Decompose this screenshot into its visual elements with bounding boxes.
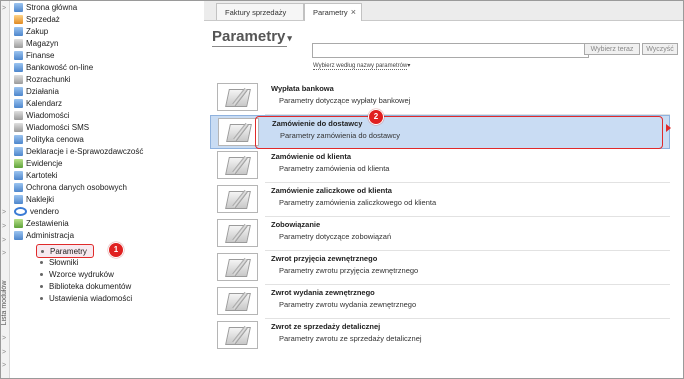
nav-sub-parameters[interactable]: Parametry xyxy=(36,244,94,258)
data-protection-icon xyxy=(14,183,23,192)
bank-icon xyxy=(14,63,23,72)
home-icon xyxy=(14,3,23,12)
nav-item-home[interactable]: Strona główna xyxy=(14,2,77,13)
page-title[interactable]: Parametry ▾ xyxy=(212,28,292,45)
chevron-right-icon[interactable]: > xyxy=(2,349,6,356)
filter-by-name-link[interactable]: Wybierz według nazwy parametrów▾ xyxy=(313,62,411,70)
nav-item-settlements[interactable]: Rozrachunki xyxy=(14,74,70,85)
highlight-outline xyxy=(255,116,663,149)
close-icon[interactable]: × xyxy=(351,7,356,17)
chevron-right-icon[interactable]: > xyxy=(2,237,6,244)
chevron-right-icon[interactable]: > xyxy=(2,362,6,369)
nav-item-administration[interactable]: Administracja xyxy=(14,230,74,241)
nav-item-reports[interactable]: Zestawienia xyxy=(14,218,69,229)
nav-item-activities[interactable]: Działania xyxy=(14,86,59,97)
module-list-strip[interactable]: > > > > > > > > Lista modułów xyxy=(1,1,10,378)
bullet-icon xyxy=(40,273,43,276)
nav-sub-print-templates[interactable]: Wzorce wydruków xyxy=(40,269,114,280)
nav-item-warehouse[interactable]: Magazyn xyxy=(14,38,58,49)
document-settings-icon xyxy=(217,321,258,349)
settlements-icon xyxy=(14,75,23,84)
vendero-icon xyxy=(14,207,27,216)
nav-item-sms[interactable]: Wiadomości SMS xyxy=(14,122,89,133)
callout-badge-2: 2 xyxy=(368,109,384,125)
chevron-right-icon[interactable]: > xyxy=(2,5,6,12)
document-settings-icon xyxy=(217,287,258,315)
nav-sub-document-library[interactable]: Biblioteka dokumentów xyxy=(40,281,131,292)
tab-parameters[interactable]: Parametry × xyxy=(304,3,362,21)
document-settings-icon xyxy=(217,151,258,179)
chevron-right-icon[interactable]: > xyxy=(2,223,6,230)
pointer-arrow-icon xyxy=(666,124,671,132)
search-input[interactable] xyxy=(312,43,589,58)
list-item-bank-payout[interactable]: Wypłata bankowa Parametry dotyczące wypł… xyxy=(210,81,670,115)
chevron-right-icon[interactable]: > xyxy=(2,209,6,216)
app-window: > > > > > > > > Lista modułów Strona głó… xyxy=(0,0,684,379)
warehouse-icon xyxy=(14,39,23,48)
sales-icon xyxy=(14,15,23,24)
main-panel: Parametry ▾ Wybierz teraz Wyczyść Wybierz… xyxy=(204,21,683,378)
tab-bar: Faktury sprzedaży Parametry × xyxy=(204,1,683,21)
clear-button[interactable]: Wyczyść xyxy=(642,43,678,55)
index-cards-icon xyxy=(14,171,23,180)
nav-sub-dictionaries[interactable]: Słowniki xyxy=(40,257,78,268)
nav-item-data-protection[interactable]: Ochrona danych osobowych xyxy=(14,182,127,193)
purchase-icon xyxy=(14,27,23,36)
nav-item-price-policy[interactable]: Polityka cenowa xyxy=(14,134,84,145)
nav-item-stickers[interactable]: Naklejki xyxy=(14,194,54,205)
records-icon xyxy=(14,159,23,168)
activities-icon xyxy=(14,87,23,96)
nav-item-purchase[interactable]: Zakup xyxy=(14,26,48,37)
nav-item-index-cards[interactable]: Kartoteki xyxy=(14,170,58,181)
nav-item-declarations[interactable]: Deklaracje i e-Sprawozdawczość xyxy=(14,146,143,157)
document-settings-icon xyxy=(217,253,258,281)
list-item-return-external-receipt[interactable]: Zwrot przyjęcia zewnętrznego Parametry z… xyxy=(210,251,670,285)
price-policy-icon xyxy=(14,135,23,144)
nav-item-calendar[interactable]: Kalendarz xyxy=(14,98,62,109)
select-now-button[interactable]: Wybierz teraz xyxy=(584,43,640,55)
navigation-tree: Strona główna Sprzedaż Zakup Magazyn Fin… xyxy=(10,1,205,378)
chevron-down-icon: ▾ xyxy=(287,33,292,43)
stickers-icon xyxy=(14,195,23,204)
bullet-icon xyxy=(41,249,44,253)
admin-icon xyxy=(14,231,23,240)
chevron-down-icon: ▾ xyxy=(407,63,411,69)
nav-item-bank[interactable]: Bankowość on-line xyxy=(14,62,93,73)
list-item-liability[interactable]: Zobowiązanie Parametry dotyczące zobowią… xyxy=(210,217,670,251)
calendar-icon xyxy=(14,99,23,108)
nav-item-sales[interactable]: Sprzedaż xyxy=(14,14,60,25)
document-settings-icon xyxy=(217,185,258,213)
list-item-advance-order[interactable]: Zamówienie zaliczkowe od klienta Paramet… xyxy=(210,183,670,217)
messages-icon xyxy=(14,111,23,120)
module-list-label: Lista modułów xyxy=(1,280,8,326)
document-settings-icon xyxy=(217,83,258,111)
document-settings-icon xyxy=(218,118,259,146)
bullet-icon xyxy=(40,261,43,264)
nav-item-messages[interactable]: Wiadomości xyxy=(14,110,70,121)
finance-icon xyxy=(14,51,23,60)
chevron-right-icon[interactable]: > xyxy=(2,250,6,257)
bullet-icon xyxy=(40,297,43,300)
bullet-icon xyxy=(40,285,43,288)
list-item-return-external-issue[interactable]: Zwrot wydania zewnętrznego Parametry zwr… xyxy=(210,285,670,319)
tab-sales-invoices[interactable]: Faktury sprzedaży xyxy=(216,3,304,20)
list-item-return-retail-sale[interactable]: Zwrot ze sprzedaży detalicznej Parametry… xyxy=(210,319,670,353)
list-item-customer-order[interactable]: Zamówienie od klienta Parametry zamówien… xyxy=(210,149,670,183)
nav-item-finance[interactable]: Finanse xyxy=(14,50,54,61)
title-underline xyxy=(212,46,287,47)
document-settings-icon xyxy=(217,219,258,247)
nav-sub-message-settings[interactable]: Ustawienia wiadomości xyxy=(40,293,132,304)
nav-item-vendero[interactable]: vendero xyxy=(14,206,59,217)
callout-badge-1: 1 xyxy=(108,242,124,258)
reports-icon xyxy=(14,219,23,228)
sms-icon xyxy=(14,123,23,132)
declarations-icon xyxy=(14,147,23,156)
nav-item-records[interactable]: Ewidencje xyxy=(14,158,62,169)
